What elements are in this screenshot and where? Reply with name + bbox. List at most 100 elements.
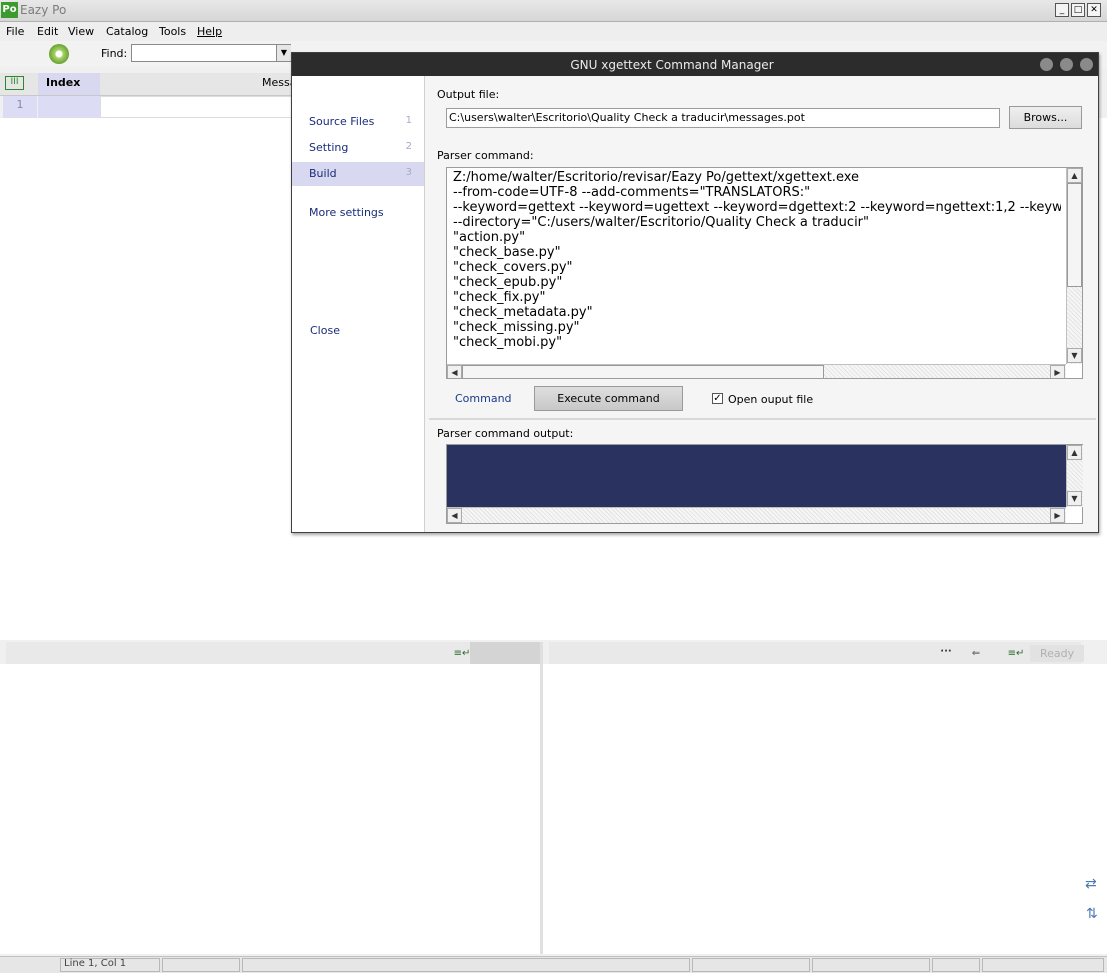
nav-label: Close [310,324,340,337]
nav-source-files[interactable]: Source Files 1 [292,110,424,134]
divider [429,418,1096,420]
vertical-scrollbar[interactable]: ▲ ▼ [1066,445,1083,507]
dialog-nav: Source Files 1 Setting 2 Build 3 More se… [292,76,425,532]
nav-step: 3 [405,167,412,178]
nav-more-settings[interactable]: More settings [292,201,424,225]
table-row-index-cell[interactable] [38,96,100,118]
chevron-down-icon[interactable]: ▼ [276,45,291,61]
command-line: "check_metadata.py" [453,305,593,320]
menu-bar: File Edit View Catalog Tools Help [0,22,1107,41]
browse-button[interactable]: Brows... [1009,106,1082,129]
open-output-label[interactable]: Open ouput file [728,393,813,406]
find-label: Find: [101,47,128,60]
minimize-icon[interactable]: _ [1055,3,1069,17]
source-text-pane[interactable] [0,664,540,954]
ready-status-button[interactable]: Ready [1030,645,1085,662]
nav-step: 2 [405,141,412,152]
window-title: Eazy Po [20,3,67,17]
parser-output-body [447,445,1067,507]
scroll-up-icon[interactable]: ▲ [1067,168,1082,183]
horizontal-scrollbar[interactable]: ◀ ▶ [447,507,1066,523]
translation-pane-header [549,642,1081,664]
nav-build[interactable]: Build 3 [292,162,424,186]
menu-file[interactable]: File [6,25,24,38]
status-cell [932,958,980,972]
menu-edit[interactable]: Edit [37,25,58,38]
command-link[interactable]: Command [455,392,512,405]
command-line: "check_missing.py" [453,320,580,335]
back-arrow-icon[interactable]: ⇐ [967,645,985,663]
scroll-down-icon[interactable]: ▼ [1067,491,1082,506]
menu-catalog[interactable]: Catalog [106,25,148,38]
command-line: Z:/home/walter/Escritorio/revisar/Eazy P… [453,170,860,185]
scroll-left-icon[interactable]: ◀ [447,365,462,378]
status-bar [0,956,1107,973]
nav-label: Build [309,167,337,180]
wrap-text-icon[interactable]: ≡↵ [453,645,471,663]
scroll-up-icon[interactable]: ▲ [1067,445,1082,460]
menu-tools[interactable]: Tools [159,25,186,38]
execute-command-button[interactable]: Execute command [534,386,683,411]
nav-step: 1 [405,115,412,126]
status-cell [692,958,810,972]
parser-command-text: Z:/home/walter/Escritorio/revisar/Eazy P… [453,170,1061,350]
title-bar [0,0,1107,22]
vertical-scrollbar[interactable]: ▲ ▼ [1066,168,1082,364]
scroll-right-icon[interactable]: ▶ [1050,508,1065,523]
scroll-thumb[interactable] [1067,183,1082,287]
close-icon[interactable]: ✕ [1087,3,1101,17]
command-line: --keyword=gettext --keyword=ugettext --k… [453,200,1061,215]
maximize-icon[interactable]: □ [1071,3,1085,17]
translation-text-pane[interactable] [543,664,1107,954]
find-input[interactable] [131,44,291,62]
output-file-input[interactable]: C:\users\walter\Escritorio\Quality Check… [446,108,1000,128]
compile-disc-icon[interactable] [49,44,69,64]
status-cell [162,958,240,972]
swap-horizontal-icon[interactable]: ⇄ [1085,876,1097,892]
dialog-maximize-icon[interactable] [1060,58,1073,71]
nav-label: Setting [309,141,349,154]
dialog-minimize-icon[interactable] [1040,58,1053,71]
command-line: "check_mobi.py" [453,335,563,350]
parser-command-label: Parser command: [437,149,534,162]
nav-close[interactable]: Close [292,319,424,343]
nav-label: More settings [309,206,384,219]
command-line: "check_covers.py" [453,260,573,275]
scroll-down-icon[interactable]: ▼ [1067,348,1082,363]
parser-output-label: Parser command output: [437,427,574,440]
horizontal-scrollbar[interactable]: ◀ ▶ [447,364,1066,378]
status-cell [982,958,1104,972]
dialog-title-bar[interactable]: GNU xgettext Command Manager [292,53,1098,76]
scroll-right-icon[interactable]: ▶ [1050,365,1065,378]
nav-setting[interactable]: Setting 2 [292,136,424,160]
more-options-button[interactable]: ··· [937,643,955,661]
command-line: --from-code=UTF-8 --add-comments="TRANSL… [453,185,811,200]
command-line: "check_base.py" [453,245,561,260]
output-file-label: Output file: [437,88,500,101]
menu-help[interactable]: Help [197,25,222,38]
command-line: --directory="C:/users/walter/Escritorio/… [453,215,870,230]
cursor-position: Line 1, Col 1 [64,958,127,969]
dialog-close-icon[interactable] [1080,58,1093,71]
command-line: "check_epub.py" [453,275,563,290]
index-header-label: Index [46,76,81,89]
parser-output-textarea[interactable]: ▲ ▼ ◀ ▶ [446,444,1083,524]
menu-view[interactable]: View [68,25,94,38]
status-cell [812,958,930,972]
command-line: "check_fix.py" [453,290,546,305]
nav-label: Source Files [309,115,375,128]
table-row-message-cell[interactable] [100,96,292,118]
scroll-thumb[interactable] [462,365,824,378]
app-logo-icon: Po [1,2,18,18]
open-output-checkbox[interactable]: ✓ [712,393,723,404]
columns-icon[interactable]: III [5,76,24,90]
row-number[interactable]: 1 [3,96,37,118]
xgettext-dialog: GNU xgettext Command Manager Source File… [291,52,1099,533]
status-cell [242,958,690,972]
command-line: "action.py" [453,230,526,245]
parser-command-textarea[interactable]: Z:/home/walter/Escritorio/revisar/Eazy P… [446,167,1083,379]
scroll-left-icon[interactable]: ◀ [447,508,462,523]
source-pane-tools [470,642,541,664]
wrap-text-icon-right[interactable]: ≡↵ [1007,645,1025,663]
swap-vertical-icon[interactable]: ⇅ [1086,906,1098,922]
